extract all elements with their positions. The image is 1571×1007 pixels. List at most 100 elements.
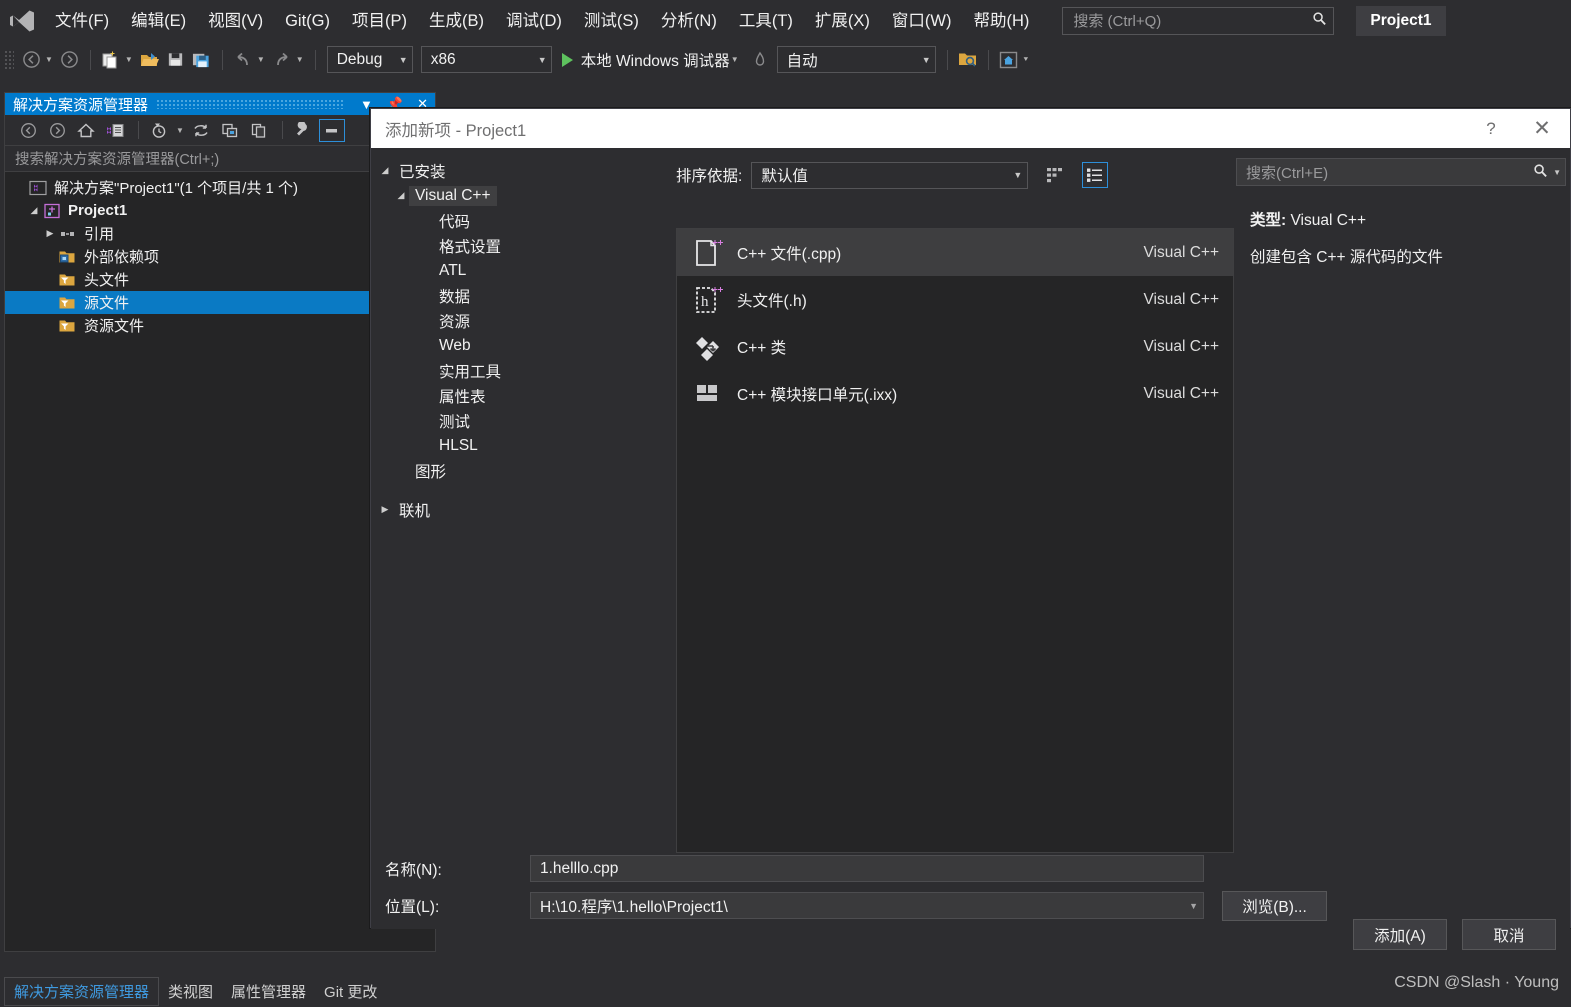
category-code[interactable]: 代码 bbox=[371, 208, 671, 233]
chevron-down-icon[interactable]: ◢ bbox=[27, 205, 41, 216]
close-icon[interactable]: ✕ bbox=[1514, 109, 1570, 148]
folder-search-icon[interactable] bbox=[955, 46, 981, 74]
tab-class-view[interactable]: 类视图 bbox=[159, 978, 222, 1005]
sort-by-combo[interactable]: 默认值 ▼ bbox=[751, 161, 1029, 189]
category-resource[interactable]: 资源 bbox=[371, 308, 671, 333]
start-debugging-button[interactable]: 本地 Windows 调试器 ▼ bbox=[556, 46, 747, 74]
new-file-icon[interactable] bbox=[98, 46, 124, 74]
template-item-cpp-file[interactable]: C++ 文件(.cpp) Visual C++ bbox=[677, 229, 1233, 276]
category-formatting[interactable]: 格式设置 bbox=[371, 233, 671, 258]
chevron-down-icon[interactable]: ▼ bbox=[1553, 168, 1561, 177]
back-arrow-icon[interactable] bbox=[18, 46, 44, 74]
browse-button[interactable]: 浏览(B)... bbox=[1222, 890, 1327, 921]
template-vendor: Visual C++ bbox=[1143, 337, 1219, 355]
menu-help[interactable]: 帮助(H) bbox=[962, 6, 1040, 36]
template-search-input[interactable]: 搜索(Ctrl+E) ▼ bbox=[1236, 158, 1566, 186]
grid-view-icon[interactable] bbox=[1042, 162, 1068, 188]
back-arrow-icon[interactable] bbox=[15, 119, 41, 142]
switch-views-icon[interactable] bbox=[102, 119, 128, 142]
tab-property-manager[interactable]: 属性管理器 bbox=[222, 978, 315, 1005]
menu-git[interactable]: Git(G) bbox=[274, 6, 341, 36]
filter-folder-icon bbox=[57, 272, 79, 288]
cancel-button[interactable]: 取消 bbox=[1462, 919, 1556, 950]
search-icon bbox=[1312, 11, 1327, 30]
home-box-icon[interactable] bbox=[996, 46, 1022, 74]
project-badge[interactable]: Project1 bbox=[1356, 5, 1446, 36]
filter-folder-icon bbox=[57, 318, 79, 334]
save-icon[interactable] bbox=[163, 46, 189, 74]
properties-icon[interactable] bbox=[290, 119, 316, 142]
help-icon[interactable]: ? bbox=[1468, 109, 1514, 148]
title-drag-dots[interactable] bbox=[156, 99, 346, 109]
forward-arrow-icon[interactable] bbox=[57, 46, 83, 74]
quick-search-box[interactable]: 搜索 (Ctrl+Q) bbox=[1062, 6, 1335, 35]
cpp-class-icon bbox=[693, 332, 737, 362]
forward-arrow-icon[interactable] bbox=[44, 119, 70, 142]
menu-test[interactable]: 测试(S) bbox=[573, 6, 650, 36]
show-all-files-icon[interactable] bbox=[217, 119, 243, 142]
menu-edit[interactable]: 编辑(E) bbox=[120, 6, 197, 36]
references-icon bbox=[57, 228, 79, 240]
menu-analyze[interactable]: 分析(N) bbox=[650, 6, 728, 36]
add-button[interactable]: 添加(A) bbox=[1353, 919, 1447, 950]
location-input[interactable]: H:\10.程序\1.hello\Project1\ ▼ bbox=[530, 892, 1204, 919]
menu-project[interactable]: 项目(P) bbox=[341, 6, 418, 36]
dialog-title-bar: 添加新项 - Project1 ? ✕ bbox=[371, 109, 1570, 148]
category-atl[interactable]: ATL bbox=[371, 258, 671, 283]
tree-label: 资源文件 bbox=[84, 318, 145, 335]
category-graphics[interactable]: 图形 bbox=[371, 458, 671, 483]
chevron-right-icon[interactable]: ▶ bbox=[43, 228, 57, 239]
refresh-icon[interactable] bbox=[188, 119, 214, 142]
menu-build[interactable]: 生成(B) bbox=[418, 6, 495, 36]
category-visual-cpp[interactable]: ◢ Visual C++ bbox=[371, 183, 671, 208]
template-item-cpp-module[interactable]: C++ 模块接口单元(.ixx) Visual C++ bbox=[677, 370, 1233, 417]
platform-combo[interactable]: x86 ▼ bbox=[420, 46, 552, 73]
open-folder-icon[interactable] bbox=[137, 46, 163, 74]
menu-window[interactable]: 窗口(W) bbox=[881, 6, 963, 36]
tab-git-changes[interactable]: Git 更改 bbox=[315, 978, 386, 1005]
undo-dropdown-icon[interactable]: ▼ bbox=[256, 46, 269, 74]
toolbar-grip[interactable] bbox=[4, 49, 14, 70]
category-property-sheets[interactable]: 属性表 bbox=[371, 383, 671, 408]
chevron-down-icon[interactable]: ▼ bbox=[1189, 901, 1198, 911]
tab-solution-explorer[interactable]: 解决方案资源管理器 bbox=[4, 976, 160, 1006]
category-online[interactable]: ▶ 联机 bbox=[371, 497, 671, 522]
redo-dropdown-icon[interactable]: ▼ bbox=[295, 46, 308, 74]
configuration-combo[interactable]: Debug ▼ bbox=[326, 46, 413, 73]
collapse-all-icon[interactable] bbox=[318, 118, 345, 142]
category-test[interactable]: 测试 bbox=[371, 408, 671, 433]
menu-tools[interactable]: 工具(T) bbox=[728, 6, 804, 36]
undo-icon[interactable] bbox=[230, 46, 256, 74]
template-item-header-file[interactable]: h 头文件(.h) Visual C++ bbox=[677, 276, 1233, 323]
category-installed[interactable]: ◢ 已安装 bbox=[371, 158, 671, 183]
template-item-cpp-class[interactable]: C++ 类 Visual C++ bbox=[677, 323, 1233, 370]
save-all-icon[interactable] bbox=[189, 46, 215, 74]
template-name: C++ 模块接口单元(.ixx) bbox=[737, 386, 898, 404]
category-hlsl[interactable]: HLSL bbox=[371, 433, 671, 458]
template-info-type-value: Visual C++ bbox=[1290, 212, 1367, 229]
solution-toolbar-separator-2 bbox=[281, 121, 283, 139]
menu-extensions[interactable]: 扩展(X) bbox=[804, 6, 881, 36]
copy-icon[interactable] bbox=[246, 119, 272, 142]
category-data[interactable]: 数据 bbox=[371, 283, 671, 308]
home-icon[interactable] bbox=[73, 119, 99, 142]
category-web[interactable]: Web bbox=[371, 333, 671, 358]
hot-reload-mode-combo[interactable]: 自动 ▼ bbox=[776, 46, 936, 73]
menu-debug[interactable]: 调试(D) bbox=[495, 6, 573, 36]
category-utility[interactable]: 实用工具 bbox=[371, 358, 671, 383]
menu-view[interactable]: 视图(V) bbox=[197, 6, 274, 36]
menu-file[interactable]: 文件(F) bbox=[44, 6, 120, 36]
pending-changes-dropdown-icon[interactable]: ▼ bbox=[175, 116, 188, 144]
name-input[interactable]: 1.helllo.cpp bbox=[530, 855, 1204, 882]
back-dropdown-icon[interactable]: ▼ bbox=[44, 46, 57, 74]
pending-changes-icon[interactable] bbox=[146, 119, 172, 142]
category-label: 代码 bbox=[439, 213, 471, 231]
hot-reload-icon[interactable] bbox=[747, 46, 773, 74]
chevron-down-icon[interactable]: ▼ bbox=[730, 46, 743, 74]
toolbar-overflow-icon[interactable]: ⯆ bbox=[1022, 46, 1033, 74]
redo-icon[interactable] bbox=[269, 46, 295, 74]
new-file-dropdown-icon[interactable]: ▼ bbox=[124, 46, 137, 74]
name-field-row: 名称(N): 1.helllo.cpp bbox=[385, 853, 1565, 884]
visual-studio-window: 文件(F) 编辑(E) 视图(V) Git(G) 项目(P) 生成(B) 调试(… bbox=[0, 0, 1571, 1007]
list-view-icon[interactable] bbox=[1082, 162, 1109, 188]
